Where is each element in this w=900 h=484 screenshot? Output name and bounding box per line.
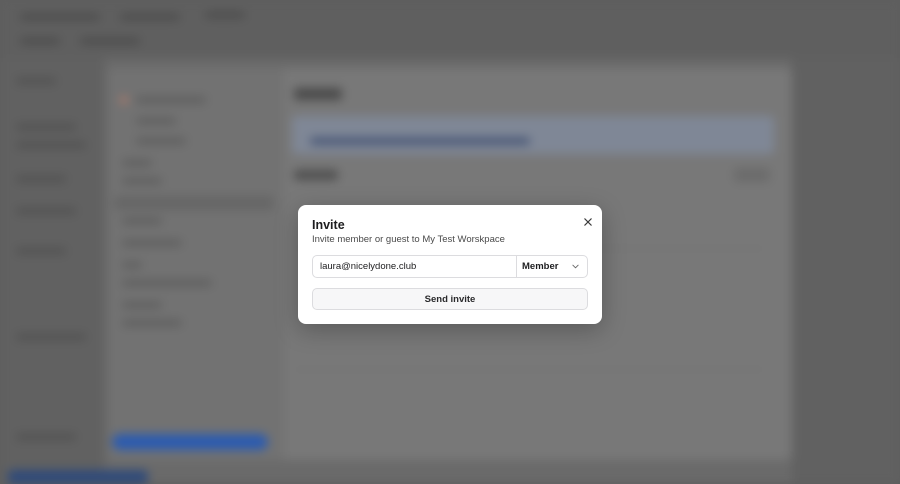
invite-dialog: Invite Invite member or guest to My Test… (298, 205, 602, 324)
invite-input-group: Member (312, 255, 588, 278)
chevron-down-icon (572, 264, 579, 269)
role-select-value: Member (522, 261, 559, 272)
role-select[interactable]: Member (517, 256, 587, 277)
dialog-title: Invite (312, 218, 345, 232)
close-icon (584, 218, 592, 226)
dialog-subtitle: Invite member or guest to My Test Worskp… (312, 234, 505, 245)
close-button[interactable] (580, 214, 596, 230)
send-invite-button[interactable]: Send invite (312, 288, 588, 310)
email-input[interactable] (313, 256, 516, 277)
